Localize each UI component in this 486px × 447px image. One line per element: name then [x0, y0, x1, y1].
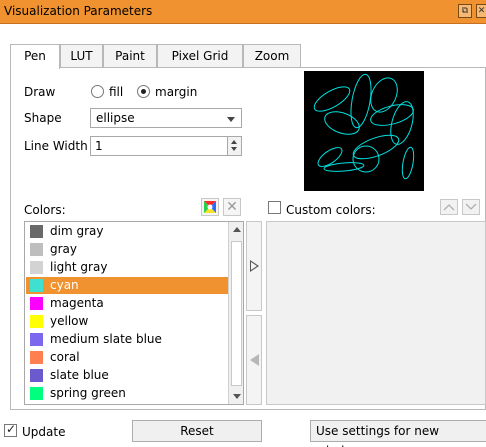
color-picker-icon[interactable] [201, 198, 219, 216]
add-to-custom-button[interactable] [246, 221, 262, 311]
scroll-down-icon[interactable] [233, 394, 241, 399]
tab-pixel-grid[interactable]: Pixel Grid [157, 44, 243, 68]
down-icon[interactable] [462, 199, 480, 215]
arrow-left-icon [250, 354, 259, 366]
colors-label: Colors: [24, 203, 66, 217]
tab-lut[interactable]: LUT [60, 44, 103, 68]
list-item[interactable]: gray [26, 241, 229, 258]
update-label: Update [22, 425, 66, 439]
swatch-yellow [30, 315, 43, 328]
line-width-label: Line Width [24, 139, 88, 153]
line-width-stepper[interactable]: 1 [90, 136, 242, 156]
colors-list[interactable]: dim gray gray light gray cyan magenta ye… [24, 221, 244, 405]
swatch-dim-gray [30, 225, 43, 238]
tab-paint[interactable]: Paint [103, 44, 157, 68]
use-settings-for-new-windows-button[interactable]: Use settings for new windows [310, 420, 486, 447]
margin-radio-label: margin [155, 85, 198, 99]
list-item[interactable]: spring green [26, 385, 229, 402]
swatch-medium-slate-blue [30, 333, 43, 346]
list-item[interactable]: slate blue [26, 367, 229, 384]
up-icon[interactable] [440, 199, 458, 215]
margin-radio[interactable] [137, 85, 150, 98]
update-checkbox[interactable] [4, 422, 17, 437]
down-icon-graphic [465, 203, 477, 210]
tab-zoom[interactable]: Zoom [243, 44, 301, 68]
tab-pen[interactable]: Pen [10, 44, 60, 69]
custom-colors-list[interactable] [266, 221, 486, 405]
pen-preview-ellipses [313, 73, 415, 180]
line-width-value: 1 [95, 139, 103, 153]
scrollbar-thumb[interactable] [231, 241, 242, 386]
title-bar: Visualization Parameters ⧉ ✕ [0, 0, 486, 24]
swatch-slate-blue [30, 369, 43, 382]
custom-colors-checkbox[interactable] [268, 201, 281, 214]
up-icon-graphic [443, 204, 455, 211]
scroll-up-icon[interactable] [233, 227, 241, 232]
list-item[interactable]: medium slate blue [26, 331, 229, 348]
reset-button[interactable]: Reset [132, 420, 262, 442]
custom-colors-label: Custom colors: [286, 203, 376, 217]
pen-preview [304, 71, 424, 191]
list-item[interactable]: magenta [26, 295, 229, 312]
float-window-icon[interactable]: ⧉ [458, 4, 472, 18]
fill-radio-label: fill [109, 85, 124, 99]
swatch-gray [30, 243, 43, 256]
remove-from-custom-button[interactable] [246, 315, 262, 405]
list-item[interactable]: dim gray [26, 223, 229, 240]
swatch-light-gray [30, 261, 43, 274]
list-item[interactable]: yellow [26, 313, 229, 330]
swatch-magenta [30, 297, 43, 310]
arrow-right-icon [250, 260, 259, 272]
color-picker-icon-graphic [204, 201, 216, 213]
draw-label: Draw [24, 85, 56, 99]
shape-value: ellipse [96, 111, 135, 125]
list-item-selected[interactable]: cyan [26, 277, 229, 294]
swatch-coral [30, 351, 43, 364]
chevron-down-icon [227, 117, 235, 122]
delete-icon[interactable]: ✕ [223, 198, 241, 216]
fill-radio[interactable] [91, 85, 104, 98]
list-item[interactable]: light gray [26, 259, 229, 276]
stepper-buttons[interactable] [227, 137, 241, 155]
shape-select[interactable]: ellipse [90, 108, 242, 128]
swatch-spring-green [30, 387, 43, 400]
stepper-up-icon[interactable] [231, 140, 237, 144]
shape-label: Shape [24, 111, 62, 125]
swatch-cyan [30, 279, 43, 292]
window-title: Visualization Parameters [4, 4, 153, 18]
close-icon[interactable]: ✕ [476, 4, 486, 18]
stepper-down-icon[interactable] [231, 147, 237, 151]
list-item[interactable]: coral [26, 349, 229, 366]
colors-scrollbar[interactable] [228, 222, 243, 404]
